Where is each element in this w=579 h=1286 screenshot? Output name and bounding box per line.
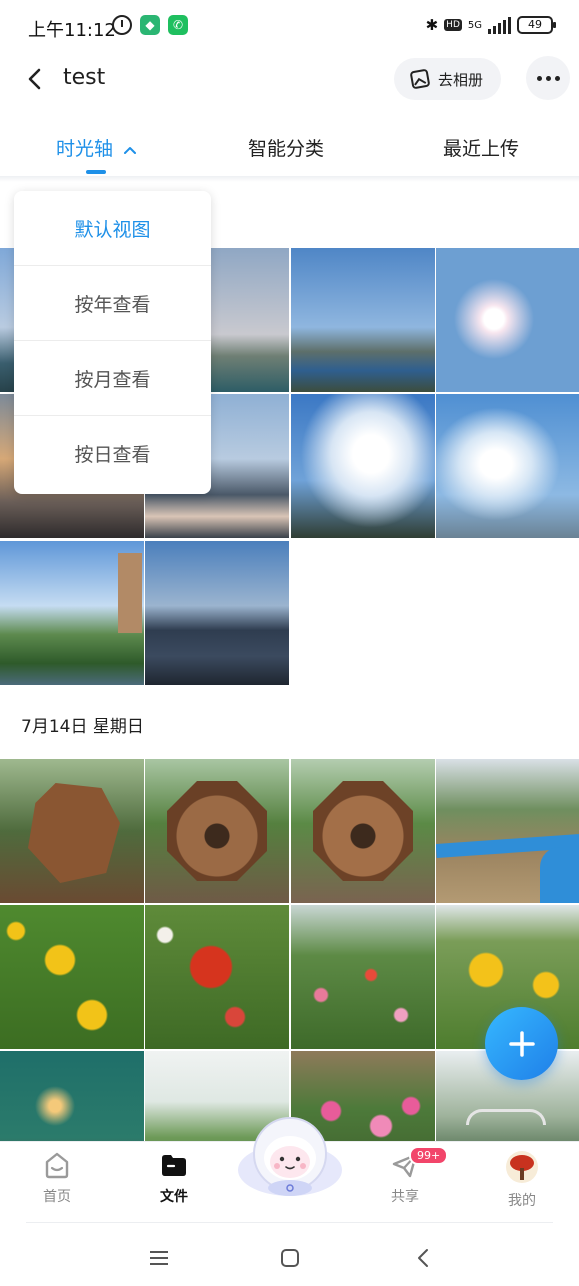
more-dot [554, 75, 560, 81]
tab-smart-category[interactable]: 智能分类 [248, 134, 324, 161]
share-badge: 99+ [409, 1146, 449, 1165]
photo-thumbnail[interactable] [145, 541, 289, 685]
photo-thumbnail[interactable] [436, 394, 579, 538]
photo-thumbnail[interactable] [291, 759, 435, 903]
tab-smart-category-label: 智能分类 [248, 138, 325, 160]
nav-label-share: 共享 [391, 1189, 419, 1205]
mascot-icon [238, 1117, 342, 1196]
section-date-label: 7月14日 星期日 [21, 717, 144, 737]
status-bar: 上午11:12 ◆ ✆ ✱ HD 5G 49 [0, 0, 579, 56]
chevron-up-icon [124, 147, 137, 154]
photo-thumbnail[interactable] [291, 394, 435, 538]
status-left-icons: ◆ ✆ [112, 15, 188, 35]
home-icon [45, 1152, 69, 1179]
more-dot [536, 75, 542, 81]
phone-app-icon: ✆ [168, 15, 188, 35]
header: test 去相册 [0, 56, 579, 102]
tab-timeline-label: 时光轴 [56, 138, 114, 160]
folder-icon [162, 1155, 186, 1176]
nav-item-home[interactable]: 首页 [17, 1150, 97, 1206]
tab-recent-upload[interactable]: 最近上传 [443, 134, 519, 161]
view-mode-menu: 默认视图 按年查看 按月查看 按日查看 [14, 191, 211, 494]
nav-label-files: 文件 [160, 1189, 188, 1205]
go-to-album-button[interactable]: 去相册 [394, 58, 502, 100]
menu-icon[interactable] [148, 1249, 170, 1267]
status-right-icons: ✱ HD 5G 49 [425, 16, 556, 34]
photo-thumbnail[interactable] [291, 905, 435, 1049]
nav-item-files[interactable]: 文件 [134, 1150, 214, 1206]
photo-object [167, 781, 267, 881]
tab-divider [0, 176, 579, 182]
tab-bar: 时光轴 智能分类 最近上传 [0, 122, 579, 176]
nav-label-home: 首页 [43, 1189, 71, 1205]
nav-item-profile[interactable]: 我的 [482, 1150, 562, 1210]
menu-item-default-view[interactable]: 默认视图 [14, 191, 211, 266]
photo-bridge [466, 1109, 546, 1125]
tab-recent-upload-label: 最近上传 [443, 138, 520, 160]
plus-icon [508, 1030, 535, 1057]
photo-thumbnail[interactable] [436, 759, 579, 903]
photo-thumbnail[interactable] [145, 759, 289, 903]
photo-building [118, 553, 142, 633]
photo-thumbnail[interactable] [291, 248, 435, 392]
photo-object [313, 781, 413, 881]
picture-icon [410, 69, 430, 89]
status-time: 上午11:12 [28, 20, 116, 41]
bluetooth-icon: ✱ [425, 16, 439, 34]
nav-divider [26, 1222, 553, 1223]
page-title: test [63, 65, 106, 90]
chevron-left-icon [28, 68, 41, 90]
menu-item-by-year[interactable]: 按年查看 [14, 266, 211, 341]
tab-indicator [86, 170, 106, 174]
system-nav-bar [0, 1222, 579, 1286]
add-button[interactable] [485, 1007, 558, 1080]
photo-thumbnail[interactable] [0, 541, 144, 685]
back-button[interactable] [18, 62, 52, 96]
nav-label-profile: 我的 [508, 1193, 536, 1209]
hd-icon: HD [444, 19, 462, 31]
avatar [506, 1151, 538, 1183]
battery-icon: 49 [517, 16, 556, 34]
photo-object [28, 783, 120, 883]
tab-timeline[interactable]: 时光轴 [56, 134, 137, 161]
alarm-icon [112, 15, 132, 35]
battery-level: 49 [528, 18, 542, 31]
photo-object [540, 847, 579, 903]
menu-item-by-month[interactable]: 按月查看 [14, 341, 211, 416]
go-to-album-label: 去相册 [438, 70, 484, 89]
photo-thumbnail[interactable] [145, 905, 289, 1049]
back-arrow-icon[interactable] [415, 1247, 431, 1269]
assistant-mascot-button[interactable] [236, 1112, 344, 1200]
shield-app-icon: ◆ [140, 15, 160, 35]
home-square-icon[interactable] [279, 1247, 301, 1269]
photo-thumbnail[interactable] [436, 248, 579, 392]
more-dot [545, 75, 551, 81]
nav-item-share[interactable]: 99+ 共享 [365, 1146, 449, 1206]
menu-item-by-day[interactable]: 按日查看 [14, 416, 211, 491]
signal-icon [488, 16, 511, 34]
network-label: 5G [467, 19, 482, 31]
photo-thumbnail[interactable] [0, 905, 144, 1049]
photo-thumbnail[interactable] [0, 759, 144, 903]
more-button[interactable] [526, 56, 570, 100]
